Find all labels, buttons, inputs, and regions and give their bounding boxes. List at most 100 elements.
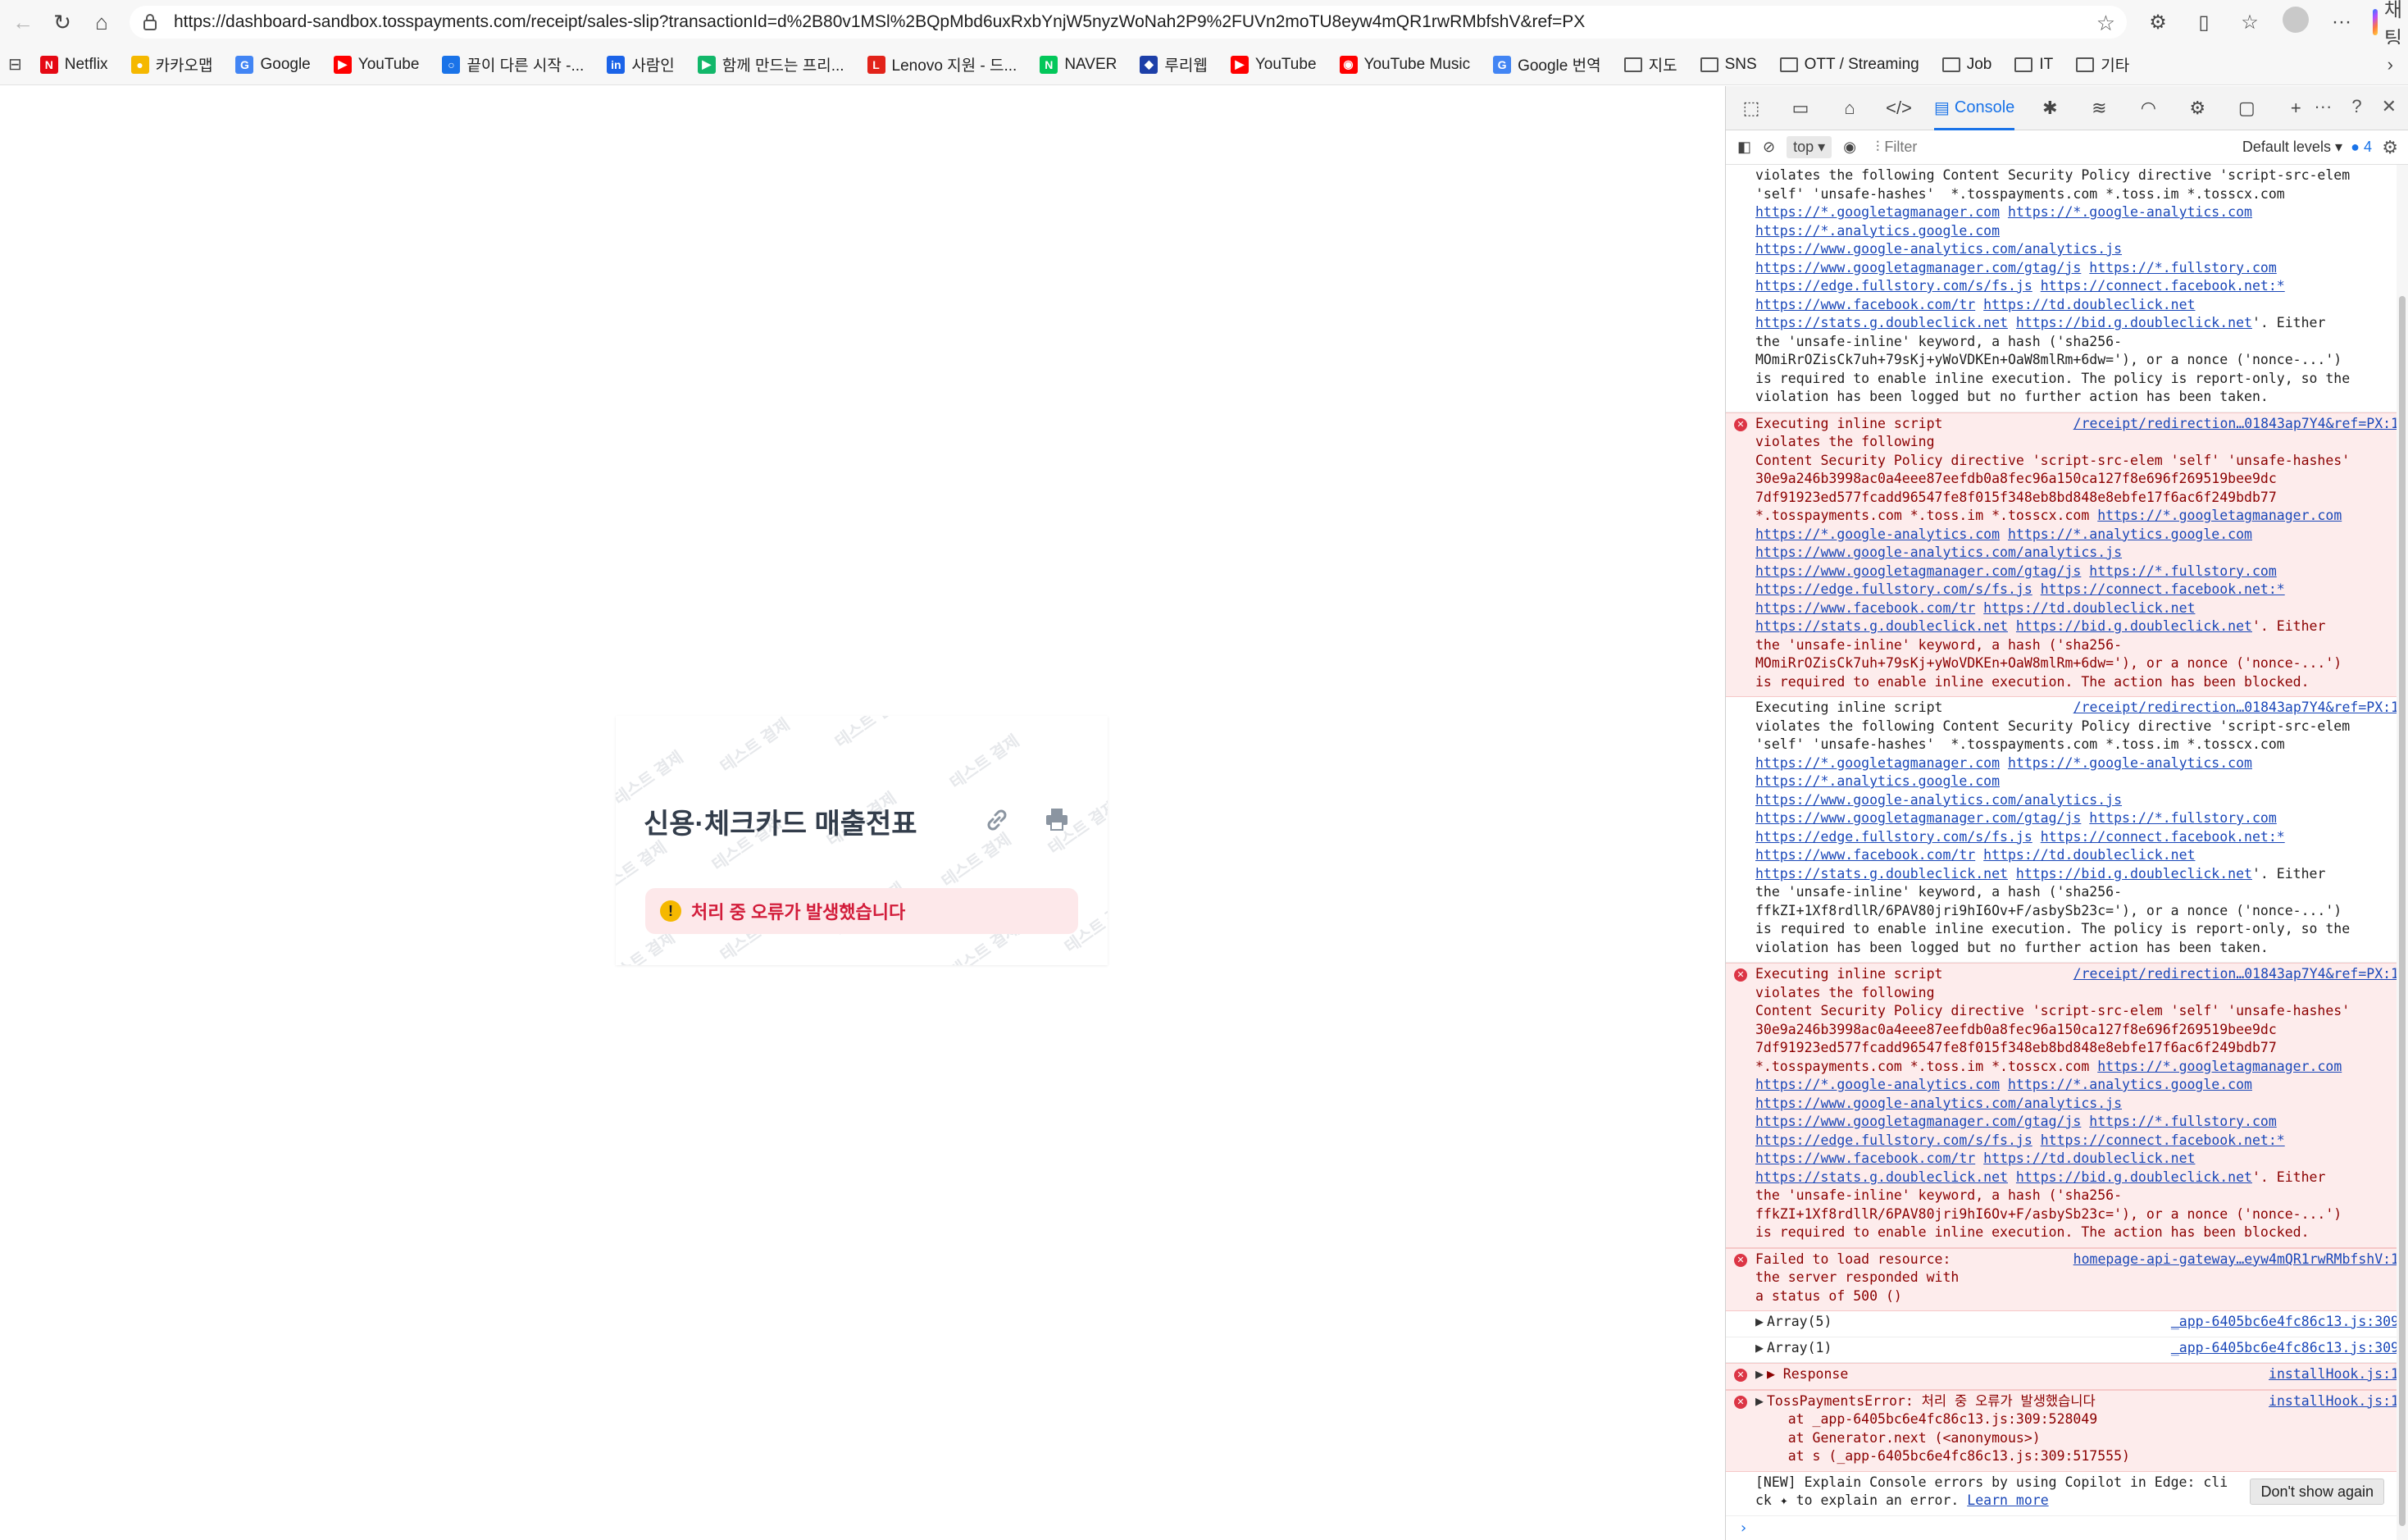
csp-url-link[interactable]: https://*.googletagmanager.com [1755,755,2000,771]
split-screen-icon[interactable]: ▯ [2189,11,2219,34]
csp-url-link[interactable]: https://*.googletagmanager.com [1755,204,2000,220]
csp-url-link[interactable]: https://www.googletagmanager.com/gtag/js [1755,810,2081,826]
bookmark-item[interactable]: Job [1941,56,1991,74]
inspect-element-icon[interactable]: ⬚ [1737,98,1765,119]
tab-console[interactable]: ▤ Console [1934,86,2015,130]
context-select[interactable]: top ▾ [1787,136,1832,158]
csp-url-link[interactable]: https://edge.fullstory.com/s/fs.js [1755,278,2032,294]
bookmark-item[interactable]: 지도 [1623,53,1677,75]
performance-icon[interactable]: ◠ [2134,98,2162,119]
bookmark-item[interactable]: N Netflix [39,55,108,74]
csp-url-link[interactable]: https://td.doubleclick.net [1983,297,2195,312]
console-prompt-chevron-icon[interactable]: › [1726,1516,2408,1540]
console-message[interactable]: /receipt/redirection…01843ap7Y4&ref=PX:1… [1726,697,2408,963]
source-link[interactable]: /receipt/redirection…01843ap7Y4&ref=PX:1 [2073,699,2399,718]
csp-url-link[interactable]: https://www.googletagmanager.com/gtag/js [1755,260,2081,276]
bookmark-item[interactable]: OTT / Streaming [1779,56,1919,74]
scrollbar-thumb[interactable] [2399,296,2406,1526]
console-message[interactable]: _app-6405bc6e4fc86c13.js:309 ▶ Array(1) [1726,1337,2408,1363]
csp-url-link[interactable]: https://bid.g.doubleclick.net [2016,866,2252,882]
csp-url-link[interactable]: https://www.google-analytics.com/analyti… [1755,544,2122,560]
log-levels-select[interactable]: Default levels ▾ [2242,139,2342,156]
csp-url-link[interactable]: https://*.analytics.google.com [1755,223,2000,239]
csp-url-link[interactable]: https://connect.facebook.net:* [2041,1132,2285,1148]
csp-url-link[interactable]: https://www.google-analytics.com/analyti… [1755,792,2122,808]
bookmark-item[interactable]: ◆ 루리웹 [1140,53,1208,75]
close-icon[interactable]: ✕ [2382,96,2397,117]
bookmark-item[interactable]: 기타 [2076,53,2129,75]
learn-more-link[interactable]: Learn more [1967,1492,2048,1508]
extensions-icon[interactable]: ⚙ [2143,11,2173,34]
bookmark-item[interactable]: ▶ 함께 만드는 프리... [697,53,844,75]
bookmark-item[interactable]: in 사람인 [607,53,675,75]
csp-url-link[interactable]: https://*.analytics.google.com [2008,526,2252,542]
expand-triangle-icon[interactable]: ▶ [1755,1340,1764,1355]
copilot-button[interactable]: 채팅 [2373,0,2402,51]
bookmark-item[interactable]: ▶ YouTube [1230,55,1317,74]
bookmark-item[interactable]: ○ 끝이 다른 시작 -... [442,53,584,75]
csp-url-link[interactable]: https://*.fullstory.com [2089,810,2276,826]
csp-url-link[interactable]: https://www.facebook.com/tr [1755,1150,1975,1166]
sidebar-toggle-icon[interactable]: ◧ [1737,139,1751,156]
csp-url-link[interactable]: https://td.doubleclick.net [1983,600,2195,616]
application-icon[interactable]: ▢ [2233,98,2260,119]
bookmark-item[interactable]: ▶ YouTube [333,55,419,74]
console-message[interactable]: violates the following Content Security … [1726,165,2408,412]
source-link[interactable]: installHook.js:1 [2269,1392,2399,1411]
csp-url-link[interactable]: https://bid.g.doubleclick.net [2016,1169,2252,1185]
device-emulation-icon[interactable]: ▭ [1787,98,1814,119]
site-info-icon[interactable] [138,14,162,30]
expand-triangle-icon[interactable]: ▶ [1755,1366,1764,1382]
print-icon[interactable] [1044,806,1070,841]
console-message[interactable]: ✕ installHook.js:1 ▶ ▶ Response [1726,1363,2408,1390]
expand-triangle-icon[interactable]: ▶ [1755,1393,1764,1409]
bookmark-item[interactable]: N NAVER [1040,55,1117,74]
csp-url-link[interactable]: https://www.google-analytics.com/analyti… [1755,241,2122,257]
console-message[interactable]: ✕ installHook.js:1 ▶ TossPaymentsError: 처리 … [1726,1389,2408,1472]
csp-url-link[interactable]: https://stats.g.doubleclick.net [1755,618,2008,634]
issues-counter[interactable]: ● 4 [2351,139,2372,156]
console-message[interactable]: ✕ /receipt/redirection…01843ap7Y4&ref=PX:… [1726,963,2408,1248]
network-wifi-icon[interactable]: ≋ [2085,98,2113,119]
link-icon[interactable] [983,806,1011,841]
csp-url-link[interactable]: https://www.facebook.com/tr [1755,297,1975,312]
csp-url-link[interactable]: https://*.google-analytics.com [1755,1077,2000,1092]
back-arrow-icon[interactable]: ← [7,6,39,39]
csp-url-link[interactable]: https://*.analytics.google.com [2008,1077,2252,1092]
url-text[interactable]: https://dashboard-sandbox.tosspayments.c… [174,12,1585,32]
bookmark-item[interactable]: SNS [1700,56,1757,74]
source-link[interactable]: /receipt/redirection…01843ap7Y4&ref=PX:1 [2073,965,2399,984]
filter-input[interactable]: ⫶ Filter [1876,139,2146,156]
csp-url-link[interactable]: https://connect.facebook.net:* [2041,278,2285,294]
csp-url-link[interactable]: https://bid.g.doubleclick.net [2016,618,2252,634]
csp-url-link[interactable]: https://www.googletagmanager.com/gtag/js [1755,563,2081,579]
more-menu-icon[interactable]: ··· [2327,11,2356,34]
csp-url-link[interactable]: https://stats.g.doubleclick.net [1755,315,2008,330]
welcome-home-icon[interactable]: ⌂ [1836,98,1864,119]
csp-url-link[interactable]: https://www.googletagmanager.com/gtag/js [1755,1114,2081,1129]
bookmark-item[interactable]: IT [2014,56,2053,74]
csp-url-link[interactable]: https://connect.facebook.net:* [2041,581,2285,597]
csp-url-link[interactable]: https://edge.fullstory.com/s/fs.js [1755,581,2032,597]
favorites-icon[interactable]: ☆ [2235,11,2265,34]
csp-url-link[interactable]: https://*.googletagmanager.com [2097,508,2342,523]
csp-url-link[interactable]: https://www.facebook.com/tr [1755,600,1975,616]
bookmark-item[interactable]: G Google 번역 [1493,53,1601,75]
apps-icon[interactable]: ⊟ [8,54,22,75]
add-tool-icon[interactable]: + [2282,98,2310,119]
source-link[interactable]: /receipt/redirection…01843ap7Y4&ref=PX:1 [2073,415,2399,434]
bookmarks-overflow-chevron-icon[interactable]: › [2388,54,2393,75]
csp-url-link[interactable]: https://*.fullstory.com [2089,1114,2276,1129]
csp-url-link[interactable]: https://*.google-analytics.com [1755,526,2000,542]
csp-url-link[interactable]: https://www.facebook.com/tr [1755,847,1975,863]
dont-show-again-button[interactable]: Don't show again [2250,1478,2384,1505]
bookmark-item[interactable]: ◉ YouTube Music [1339,55,1470,74]
bookmark-item[interactable]: ● 카카오맵 [130,53,212,75]
bookmark-item[interactable]: L Lenovo 지원 - 드... [867,53,1017,75]
console-message[interactable]: _app-6405bc6e4fc86c13.js:309 ▶ Array(5) [1726,1311,2408,1337]
csp-url-link[interactable]: https://www.google-analytics.com/analyti… [1755,1096,2122,1111]
help-icon[interactable]: ? [2351,96,2361,117]
console-scrollbar[interactable] [2397,165,2408,1540]
memory-gear-icon[interactable]: ⚙ [2183,98,2211,119]
favorite-star-icon[interactable]: ☆ [2096,11,2115,36]
